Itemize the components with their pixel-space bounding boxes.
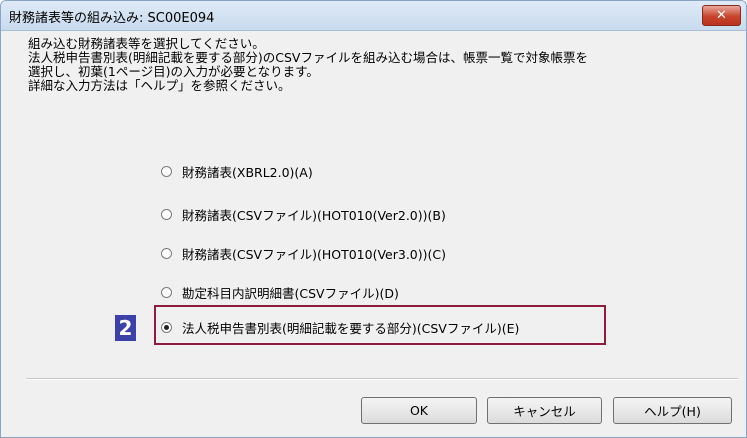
window-title: 財務諸表等の組み込み: SC00E094 [9,11,215,26]
option-b-radio[interactable]: 財務諸表(CSVファイル)(HOT010(Ver2.0))(B) [161,205,446,223]
help-button[interactable]: ヘルプ(H) [613,397,732,424]
option-a-radio[interactable]: 財務諸表(XBRL2.0)(A) [161,162,313,180]
option-label: 財務諸表(CSVファイル)(HOT010(Ver3.0))(C) [182,246,446,262]
radio-button-icon[interactable] [161,165,172,177]
divider [26,378,738,380]
import-financial-statements-dialog: 財務諸表等の組み込み: SC00E094 ✕ 組み込む財務諸表等を選択してくださ… [0,0,747,438]
instruction-line: 法人税申告書別表(明細記載を要する部分)のCSVファイルを組み込む場合は、帳票一… [28,50,588,65]
instruction-line: 組み込む財務諸表等を選択してください。 [28,36,265,51]
option-label: 財務諸表(CSVファイル)(HOT010(Ver2.0))(B) [182,207,446,223]
close-icon: ✕ [716,8,727,23]
instruction-line: 選択し、初葉(1ページ目)の入力が必要となります。 [28,64,319,79]
cancel-button[interactable]: キャンセル [487,397,602,424]
close-button[interactable]: ✕ [702,5,741,26]
instruction-line: 詳細な入力方法は「ヘルプ」を参照ください。 [28,78,291,93]
option-label: 法人税申告書別表(明細記載を要する部分)(CSVファイル)(E) [182,320,520,336]
radio-button-icon[interactable] [161,208,172,220]
option-label: 勘定科目内訳明細書(CSVファイル)(D) [182,285,399,301]
radio-button-selected-icon[interactable] [161,321,172,333]
instructions-text: 組み込む財務諸表等を選択してください。 法人税申告書別表(明細記載を要する部分)… [28,37,728,93]
option-label: 財務諸表(XBRL2.0)(A) [182,164,313,180]
option-c-radio[interactable]: 財務諸表(CSVファイル)(HOT010(Ver3.0))(C) [161,244,446,262]
radio-button-icon[interactable] [161,286,172,298]
option-e-radio[interactable]: 法人税申告書別表(明細記載を要する部分)(CSVファイル)(E) [161,318,519,336]
radio-button-icon[interactable] [161,247,172,259]
ok-button[interactable]: OK [361,397,477,424]
option-d-radio[interactable]: 勘定科目内訳明細書(CSVファイル)(D) [161,283,399,301]
step-number-badge: 2 [115,315,136,341]
title-bar[interactable]: 財務諸表等の組み込み: SC00E094 ✕ [1,1,746,31]
